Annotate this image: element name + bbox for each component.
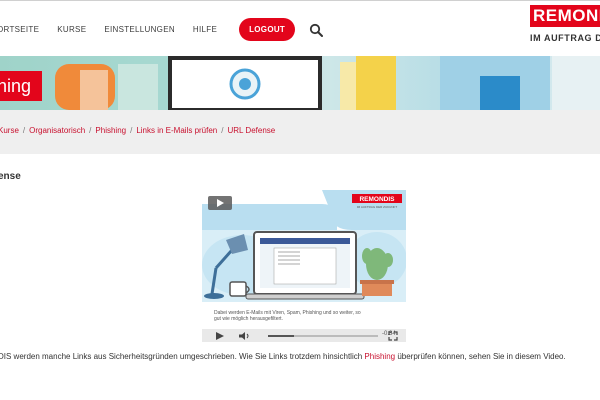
nav-hilfe[interactable]: HILFE [193,25,217,34]
video-player[interactable]: REMONDIS IM AUFTRAG DER ZUKUNFT Dabei we… [202,190,406,342]
search-icon[interactable] [309,23,324,37]
description-text-end: überprüfen können, sehen Sie in diesem V… [395,352,566,361]
phishing-link[interactable]: Phishing [364,352,395,361]
main-nav: ORTSEITE KURSE EINSTELLUNGEN HILFE LOGOU… [0,18,324,41]
header: ORTSEITE KURSE EINSTELLUNGEN HILFE LOGOU… [0,1,600,50]
nav-einstellungen[interactable]: EINSTELLUNGEN [104,25,175,34]
breadcrumb-bar: Kurse / Organisatorisch / Phishing / Lin… [0,110,600,154]
breadcrumb-organisatorisch[interactable]: Organisatorisch [29,126,85,135]
description-text-start: DIS werden manche Links aus Sicherheitsg… [0,352,365,361]
breadcrumb-separator: / [89,126,92,135]
logo-wordmark: REMONDIS [530,5,600,27]
breadcrumb-phishing[interactable]: Phishing [95,126,126,135]
video-progress-bar[interactable] [268,335,378,337]
logout-button[interactable]: LOGOUT [239,18,296,41]
breadcrumb-separator: / [130,126,133,135]
page-title: ense [0,171,21,182]
course-banner: hing [0,56,600,110]
breadcrumb-links-pruefen[interactable]: Links in E-Mails prüfen [136,126,217,135]
nav-startseite[interactable]: ORTSEITE [0,25,39,34]
breadcrumb: Kurse / Organisatorisch / Phishing / Lin… [0,126,275,135]
logo-tagline: IM AUFTRAG DE [530,33,600,43]
breadcrumb-url-defense[interactable]: URL Defense [227,126,275,135]
video-progress-fill [268,335,295,337]
banner-illustration [55,56,600,110]
breadcrumb-kurse[interactable]: Kurse [0,126,19,135]
banner-title: hing [0,71,42,101]
video-frame: REMONDIS IM AUFTRAG DER ZUKUNFT [202,190,406,302]
breadcrumb-separator: / [221,126,224,135]
video-description: DIS werden manche Links aus Sicherheitsg… [0,352,566,361]
play-icon[interactable] [214,331,226,341]
remondis-logo[interactable]: REMONDIS IM AUFTRAG DE [530,5,600,43]
video-logo-sub: IM AUFTRAG DER ZUKUNFT [357,205,398,209]
volume-icon[interactable] [238,331,252,341]
video-logo-text: REMONDIS [359,196,395,203]
video-controls: -0:34 [202,329,406,342]
breadcrumb-separator: / [22,126,26,135]
video-caption: Dabei werden E-Mails mit Viren, Spam, Ph… [214,310,361,322]
nav-kurse[interactable]: KURSE [57,25,86,34]
fullscreen-icon[interactable] [388,331,398,341]
